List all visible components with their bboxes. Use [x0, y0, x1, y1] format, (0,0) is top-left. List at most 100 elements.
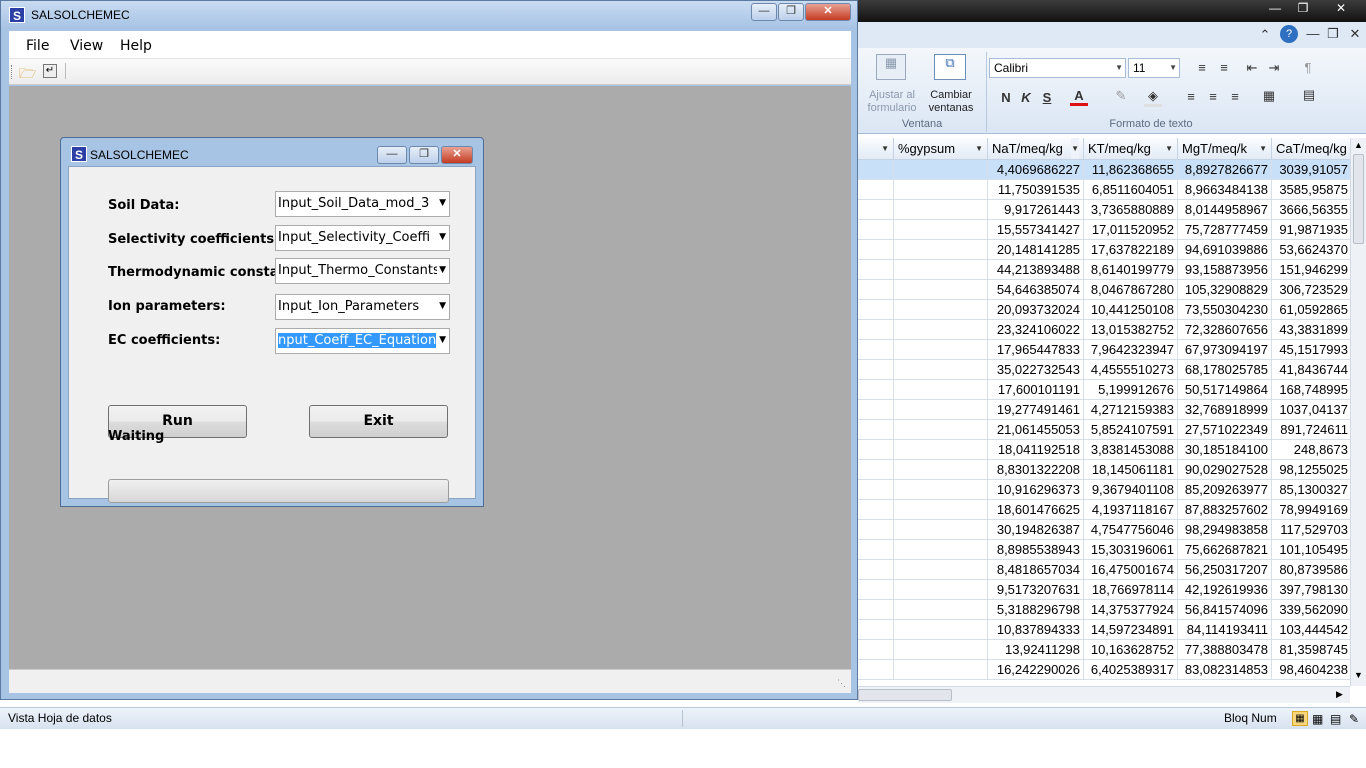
table-cell[interactable]: 9,5173207631 — [988, 580, 1084, 600]
dialog-minimize-button[interactable]: — — [377, 146, 407, 164]
table-cell[interactable]: 42,192619936 — [1178, 580, 1272, 600]
table-cell[interactable] — [894, 380, 988, 400]
bg-close-button[interactable]: ✕ — [1326, 0, 1356, 18]
chevron-down-icon[interactable]: ▼ — [437, 259, 446, 282]
table-cell[interactable]: 81,3598745 — [1272, 640, 1350, 660]
table-cell[interactable] — [894, 500, 988, 520]
table-cell[interactable] — [894, 520, 988, 540]
ribbon-collapse-icon[interactable]: ⌃ — [1258, 27, 1272, 43]
hscroll-thumb[interactable] — [858, 689, 952, 701]
table-cell[interactable]: 20,093732024 — [988, 300, 1084, 320]
table-cell[interactable]: 8,8301322208 — [988, 460, 1084, 480]
table-cell[interactable]: 50,517149864 — [1178, 380, 1272, 400]
table-cell[interactable] — [894, 640, 988, 660]
table-cell[interactable]: 105,32908829 — [1178, 280, 1272, 300]
maximize-button[interactable]: ❐ — [778, 3, 804, 21]
table-cell[interactable]: 15,557341427 — [988, 220, 1084, 240]
table-cell[interactable] — [858, 560, 894, 580]
scroll-up-icon[interactable]: ▲ — [1354, 140, 1363, 150]
fill-color-icon[interactable]: ◈ — [1144, 88, 1162, 107]
horizontal-scrollbar[interactable]: ▶ — [858, 686, 1350, 703]
table-cell[interactable]: 8,8985538943 — [988, 540, 1084, 560]
table-cell[interactable]: 6,8511604051 — [1084, 180, 1178, 200]
table-cell[interactable]: 18,601476625 — [988, 500, 1084, 520]
table-cell[interactable]: 3666,56355 — [1272, 200, 1350, 220]
table-cell[interactable]: 19,277491461 — [988, 400, 1084, 420]
table-cell[interactable] — [894, 440, 988, 460]
bullets-icon[interactable]: ≡ — [1192, 60, 1212, 75]
table-cell[interactable]: 85,1300327 — [1272, 480, 1350, 500]
table-cell[interactable] — [894, 200, 988, 220]
table-cell[interactable] — [858, 480, 894, 500]
bold-button[interactable]: N — [998, 90, 1014, 105]
table-cell[interactable]: 168,748995 — [1272, 380, 1350, 400]
table-cell[interactable] — [858, 400, 894, 420]
alternate-fill-icon[interactable]: ▤ — [1298, 87, 1320, 103]
table-row[interactable]: 8,8301322208 18,145061181 90,029027528 98,1… — [858, 460, 1350, 480]
bg-minimize-button[interactable]: — — [1262, 0, 1288, 18]
table-row[interactable]: 30,194826387 4,7547756046 98,294983858 117,… — [858, 520, 1350, 540]
table-cell[interactable]: 78,9949169 — [1272, 500, 1350, 520]
column-header[interactable]: CaT/meq/kg — [1272, 138, 1350, 160]
table-cell[interactable] — [858, 540, 894, 560]
table-cell[interactable]: 75,662687821 — [1178, 540, 1272, 560]
table-row[interactable]: 18,601476625 4,1937118167 87,883257602 78,9… — [858, 500, 1350, 520]
table-cell[interactable]: 3,7365880889 — [1084, 200, 1178, 220]
table-cell[interactable]: 11,750391535 — [988, 180, 1084, 200]
table-cell[interactable] — [894, 600, 988, 620]
table-cell[interactable]: 30,185184100 — [1178, 440, 1272, 460]
table-cell[interactable]: 93,158873956 — [1178, 260, 1272, 280]
menu-file[interactable]: File — [26, 38, 49, 54]
table-row[interactable]: 5,3188296798 14,375377924 56,841574096 339,… — [858, 600, 1350, 620]
chevron-down-icon[interactable]: ▼ — [1071, 138, 1079, 159]
column-header[interactable]: KT/meq/kg ▼ — [1084, 138, 1178, 160]
table-cell[interactable]: 8,0467867280 — [1084, 280, 1178, 300]
table-cell[interactable] — [858, 580, 894, 600]
table-cell[interactable]: 101,105495 — [1272, 540, 1350, 560]
font-color-button[interactable]: A — [1070, 88, 1088, 106]
chevron-down-icon[interactable]: ▼ — [881, 138, 889, 159]
table-cell[interactable] — [894, 280, 988, 300]
table-cell[interactable]: 151,946299 — [1272, 260, 1350, 280]
increase-indent-icon[interactable]: ⇥ — [1264, 60, 1284, 76]
table-cell[interactable] — [894, 180, 988, 200]
doc-minimize-icon[interactable]: — — [1306, 26, 1320, 41]
table-cell[interactable] — [894, 160, 988, 180]
table-cell[interactable]: 339,562090 — [1272, 600, 1350, 620]
column-header[interactable]: MgT/meq/k ▼ — [1178, 138, 1272, 160]
bg-maximize-button[interactable]: ❐ — [1290, 0, 1316, 18]
table-cell[interactable] — [858, 520, 894, 540]
table-cell[interactable]: 77,388803478 — [1178, 640, 1272, 660]
table-cell[interactable] — [858, 460, 894, 480]
table-cell[interactable] — [894, 480, 988, 500]
table-cell[interactable]: 8,4818657034 — [988, 560, 1084, 580]
table-row[interactable]: 10,837894333 14,597234891 84,114193411 103,… — [858, 620, 1350, 640]
table-cell[interactable]: 72,328607656 — [1178, 320, 1272, 340]
scroll-down-icon[interactable]: ▼ — [1354, 670, 1363, 680]
chevron-down-icon[interactable]: ▼ — [437, 192, 446, 215]
thermodynamic-select[interactable]: Input_Thermo_Constants ▼ — [275, 258, 450, 284]
table-cell[interactable]: 9,3679401108 — [1084, 480, 1178, 500]
table-cell[interactable]: 85,209263977 — [1178, 480, 1272, 500]
table-cell[interactable]: 17,011520952 — [1084, 220, 1178, 240]
table-cell[interactable]: 10,163628752 — [1084, 640, 1178, 660]
table-row[interactable]: 10,916296373 9,3679401108 85,209263977 85,1… — [858, 480, 1350, 500]
table-cell[interactable]: 117,529703 — [1272, 520, 1350, 540]
table-cell[interactable]: 45,1517993 — [1272, 340, 1350, 360]
table-cell[interactable]: 5,199912676 — [1084, 380, 1178, 400]
table-cell[interactable]: 8,6140199779 — [1084, 260, 1178, 280]
table-cell[interactable] — [894, 580, 988, 600]
menu-help[interactable]: Help — [120, 38, 152, 54]
table-cell[interactable] — [894, 560, 988, 580]
dialog-close-button[interactable]: ✕ — [441, 146, 473, 164]
table-cell[interactable]: 11,862368655 — [1084, 160, 1178, 180]
table-cell[interactable]: 56,250317207 — [1178, 560, 1272, 580]
table-cell[interactable]: 30,194826387 — [988, 520, 1084, 540]
pivot-chart-view-icon[interactable]: ▤ — [1330, 709, 1341, 730]
table-row[interactable]: 11,750391535 6,8511604051 8,9663484138 3585… — [858, 180, 1350, 200]
table-cell[interactable] — [858, 280, 894, 300]
chevron-down-icon[interactable]: ▼ — [1259, 138, 1267, 159]
table-cell[interactable] — [858, 620, 894, 640]
table-cell[interactable]: 103,444542 — [1272, 620, 1350, 640]
table-cell[interactable]: 397,798130 — [1272, 580, 1350, 600]
